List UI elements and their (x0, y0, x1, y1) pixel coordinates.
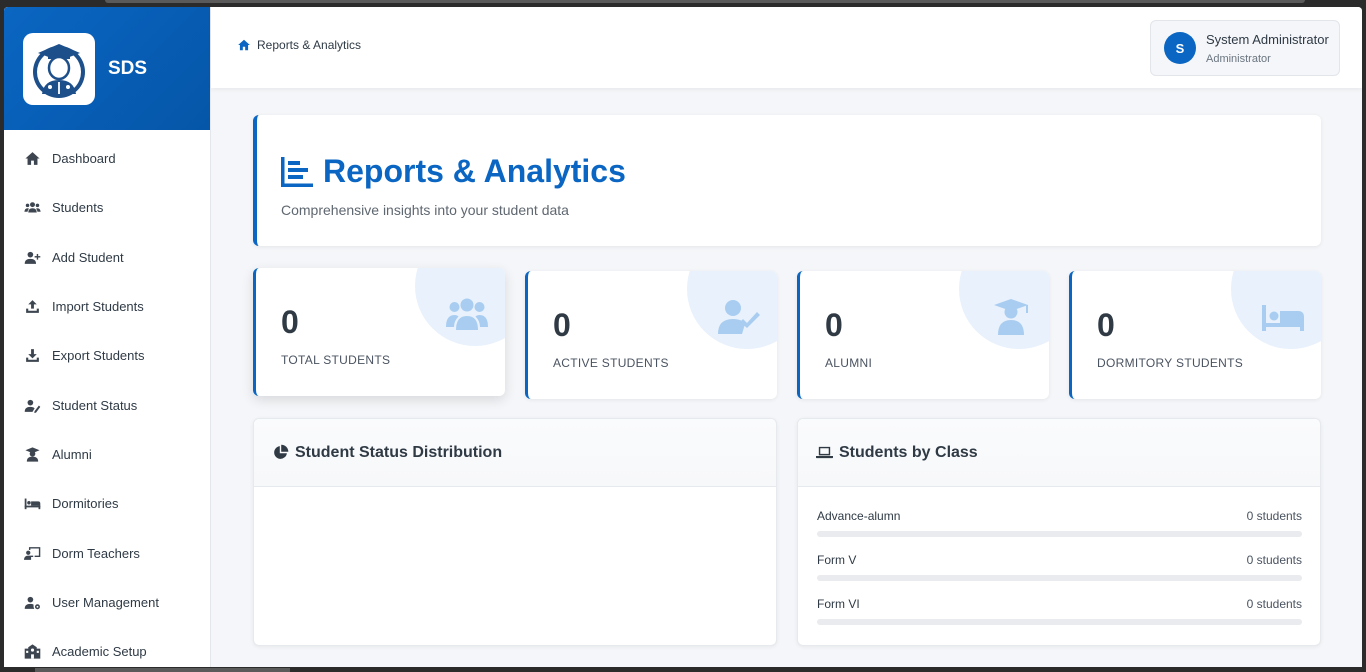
class-row: Form VI 0 students (817, 597, 1302, 625)
stat-label: TOTAL STUDENTS (281, 353, 391, 367)
sidebar-nav: Dashboard Students Add Student Import St… (4, 130, 210, 667)
sidebar-item-dorm-teachers[interactable]: Dorm Teachers (4, 528, 210, 577)
sidebar-item-label: Add Student (52, 249, 124, 265)
page-title-row: Reports & Analytics (281, 153, 626, 190)
user-cog-icon (23, 593, 41, 611)
class-row-header: Form VI 0 students (817, 597, 1302, 611)
brand-header: SDS (4, 7, 210, 130)
stat-value: 0 (1097, 307, 1115, 343)
avatar: S (1164, 32, 1196, 64)
stat-card-active-students[interactable]: 0 ACTIVE STUDENTS (525, 271, 777, 399)
chart-bar-icon (281, 156, 313, 187)
panel-header: Student Status Distribution (254, 419, 776, 487)
stat-value: 0 (281, 304, 299, 340)
top-header: Reports & Analytics S System Administrat… (211, 7, 1362, 88)
sidebar-item-label: Alumni (52, 446, 92, 462)
bed-icon (1262, 299, 1304, 335)
user-role: Administrator (1206, 52, 1271, 65)
sidebar-item-academic-setup[interactable]: Academic Setup (4, 627, 210, 667)
sidebar-item-label: User Management (52, 594, 159, 610)
stat-value: 0 (825, 307, 843, 343)
class-progress-track (817, 619, 1302, 625)
user-name: System Administrator (1206, 31, 1329, 47)
sidebar-item-student-status[interactable]: Student Status (4, 380, 210, 429)
class-row: Form V 0 students (817, 553, 1302, 581)
users-icon (23, 199, 41, 217)
stat-card-total-students[interactable]: 0 TOTAL STUDENTS (253, 268, 505, 396)
bed-icon (23, 495, 41, 513)
panel-header: Students by Class (798, 419, 1320, 487)
school-icon (23, 643, 41, 661)
stat-label: ALUMNI (825, 356, 873, 370)
home-icon (23, 150, 41, 168)
stat-card-dormitory-students[interactable]: 0 DORMITORY STUDENTS (1069, 271, 1321, 399)
class-count: 0 students (1246, 553, 1302, 567)
sidebar-item-alumni[interactable]: Alumni (4, 430, 210, 479)
graduate-icon (990, 299, 1032, 335)
pie-chart-icon (274, 444, 289, 459)
class-row: Advance-alumn 0 students (817, 509, 1302, 537)
page-header-card: Reports & Analytics Comprehensive insigh… (253, 115, 1321, 246)
graduate-icon (23, 445, 41, 463)
users-icon (446, 296, 488, 332)
sidebar-item-label: Student Status (52, 397, 138, 413)
sidebar-item-label: Students (52, 200, 104, 216)
sidebar-item-import-students[interactable]: Import Students (4, 282, 210, 331)
class-progress-track (817, 531, 1302, 537)
user-edit-icon (23, 396, 41, 414)
sidebar-item-export-students[interactable]: Export Students (4, 331, 210, 380)
panel-title: Students by Class (839, 443, 978, 461)
sidebar-item-label: Export Students (52, 348, 145, 364)
breadcrumb: Reports & Analytics (237, 38, 361, 52)
stat-card-alumni[interactable]: 0 ALUMNI (797, 271, 1049, 399)
stat-label: DORMITORY STUDENTS (1097, 356, 1244, 370)
sidebar-item-dashboard[interactable]: Dashboard (4, 134, 210, 183)
brand-name: SDS (108, 57, 148, 79)
sidebar: SDS Dashboard Students Add Student Impor… (4, 7, 211, 667)
app-window: SDS Dashboard Students Add Student Impor… (4, 7, 1362, 667)
students-by-class-panel: Students by Class Advance-alumn 0 studen… (797, 418, 1321, 646)
user-menu[interactable]: S System Administrator Administrator (1150, 20, 1340, 76)
download-icon (23, 347, 41, 365)
breadcrumb-current: Reports & Analytics (257, 38, 362, 52)
sidebar-item-label: Academic Setup (52, 644, 147, 660)
status-distribution-panel: Student Status Distribution (253, 418, 777, 646)
class-progress-track (817, 575, 1302, 581)
page-subtitle: Comprehensive insights into your student… (281, 202, 569, 218)
status-chart-area (254, 487, 776, 645)
class-row-header: Advance-alumn 0 students (817, 509, 1302, 523)
laptop-icon (816, 446, 833, 459)
page-title: Reports & Analytics (323, 153, 626, 189)
upload-icon (23, 298, 41, 316)
user-info: System Administrator Administrator (1206, 32, 1329, 65)
stat-value: 0 (553, 307, 571, 343)
panel-title: Student Status Distribution (295, 443, 503, 461)
user-check-icon (718, 299, 760, 335)
sidebar-item-label: Dorm Teachers (52, 545, 140, 561)
sidebar-item-label: Import Students (52, 299, 144, 315)
class-count: 0 students (1246, 509, 1302, 523)
logo[interactable] (23, 32, 95, 105)
window-top-edge (105, 0, 1305, 3)
class-name: Form V (817, 553, 857, 567)
taskbar-edge (35, 668, 290, 672)
chalkboard-teacher-icon (23, 544, 41, 562)
sidebar-item-add-student[interactable]: Add Student (4, 233, 210, 282)
sidebar-item-label: Dashboard (52, 151, 116, 167)
user-plus-icon (23, 248, 41, 266)
class-count: 0 students (1246, 597, 1302, 611)
class-row-header: Form V 0 students (817, 553, 1302, 567)
home-icon (238, 39, 250, 51)
sidebar-item-dormitories[interactable]: Dormitories (4, 479, 210, 528)
class-name: Advance-alumn (817, 509, 901, 523)
sidebar-item-students[interactable]: Students (4, 183, 210, 232)
stat-label: ACTIVE STUDENTS (553, 356, 669, 370)
sidebar-item-user-management[interactable]: User Management (4, 578, 210, 627)
class-name: Form VI (817, 597, 860, 611)
sidebar-item-label: Dormitories (52, 496, 119, 512)
graduate-logo-icon (33, 43, 85, 98)
